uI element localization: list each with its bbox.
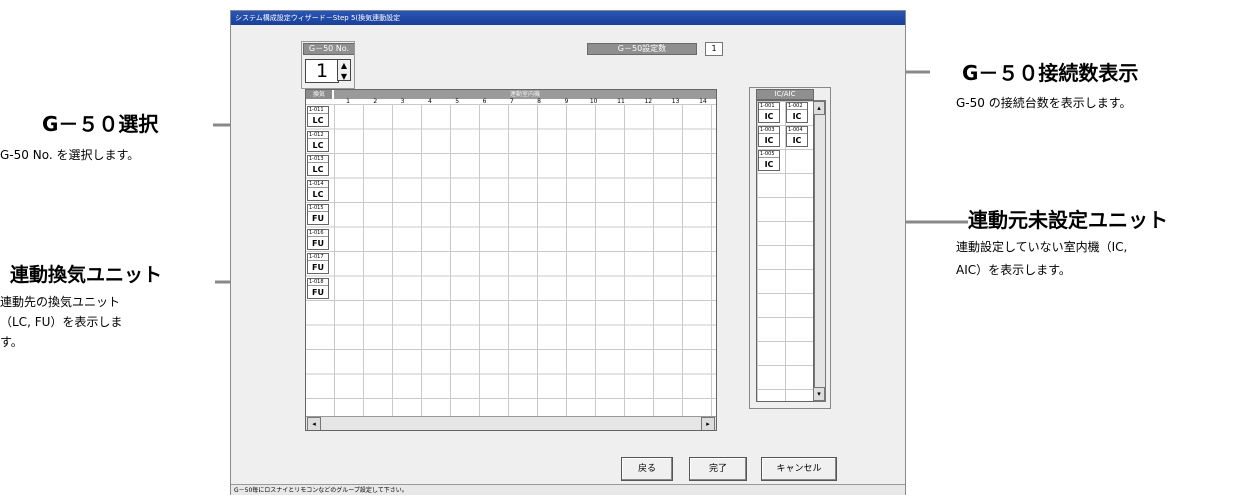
horizontal-scrollbar[interactable]: ◂ ▸ bbox=[306, 416, 716, 430]
ic-unit-id: 1-005 bbox=[759, 151, 779, 158]
interlock-grid[interactable]: 換気 連動室内機 1 2 3 4 5 6 7 8 9 10 11 12 13 14 1-011 LC 1-01… bbox=[305, 89, 717, 431]
column-number: 6 bbox=[482, 98, 487, 105]
column-number: 9 bbox=[564, 98, 569, 105]
column-number: 8 bbox=[537, 98, 541, 105]
vent-unit[interactable]: 1-013 LC bbox=[307, 155, 329, 176]
grid-cells[interactable] bbox=[306, 104, 716, 416]
column-number: 11 bbox=[617, 98, 625, 105]
unset-unit-title: 連動元未設定ユニット bbox=[968, 208, 1168, 232]
ic-unit[interactable]: 1-003 IC bbox=[758, 126, 780, 147]
vent-unit[interactable]: 1-018 FU bbox=[307, 277, 329, 299]
ic-unit-type: IC bbox=[764, 136, 774, 145]
g50-count-label: G－50設定数 bbox=[587, 43, 697, 55]
vent-unit[interactable]: 1-017 FU bbox=[307, 253, 329, 274]
spin-down-icon[interactable]: ▼ bbox=[338, 71, 350, 82]
vent-unit[interactable]: 1-015 FU bbox=[307, 204, 329, 225]
cancel-button[interactable]: キャンセル bbox=[761, 457, 837, 481]
ic-unit-id: 1-003 bbox=[759, 127, 779, 134]
vent-unit-desc-3: す。 bbox=[0, 335, 23, 349]
vent-unit-id: 1-014 bbox=[308, 181, 328, 188]
g50-count-value: 1 bbox=[705, 42, 723, 56]
ic-aic-header: IC/AIC bbox=[756, 89, 814, 100]
vent-unit-id: 1-017 bbox=[308, 254, 328, 261]
vent-unit-type: FU bbox=[312, 263, 324, 272]
ic-unit-type: IC bbox=[792, 112, 802, 121]
ic-unit-type: IC bbox=[764, 160, 774, 169]
scroll-up-icon[interactable]: ▴ bbox=[813, 101, 825, 115]
unset-unit-desc-2: AIC）を表示します。 bbox=[956, 263, 1071, 277]
ic-unit-id: 1-004 bbox=[787, 127, 807, 134]
ic-unit[interactable]: 1-001 IC bbox=[758, 102, 780, 123]
scroll-left-icon[interactable]: ◂ bbox=[307, 417, 321, 430]
g50-number-display[interactable]: 1 bbox=[305, 59, 339, 83]
vent-unit-type: FU bbox=[312, 238, 324, 248]
column-number: 12 bbox=[644, 98, 653, 105]
scroll-down-icon[interactable]: ▾ bbox=[813, 387, 825, 401]
column-number: 10 bbox=[589, 98, 598, 105]
status-bar: G－50毎にロスナイとリモコンなどのグループ設定して下さい。 bbox=[231, 484, 905, 495]
column-number: 5 bbox=[455, 98, 460, 105]
back-button[interactable]: 戻る bbox=[621, 457, 673, 481]
vent-column-header: 換気 bbox=[306, 90, 332, 99]
ic-aic-panel: IC/AIC 1-001 IC 1-002 IC 1-003 IC 1-004 IC 1-005… bbox=[749, 87, 831, 409]
vent-unit[interactable]: 1-016 FU bbox=[307, 228, 329, 250]
vent-unit-desc-2: （LC, FU）を表示しま bbox=[0, 315, 123, 329]
vent-unit-id: 1-013 bbox=[308, 156, 328, 163]
count-title: G－５０接続数表示 bbox=[962, 61, 1139, 85]
vent-unit-type: LC bbox=[312, 116, 324, 125]
vent-unit-type: FU bbox=[312, 214, 324, 223]
vent-unit-type: LC bbox=[312, 140, 324, 150]
ic-unit-list[interactable]: 1-001 IC 1-002 IC 1-003 IC 1-004 IC 1-005 IC bbox=[756, 100, 814, 402]
vent-unit-title: 連動換気ユニット bbox=[10, 264, 163, 286]
ic-vertical-scrollbar[interactable]: ▴ ▾ bbox=[813, 100, 826, 402]
column-number: 1 bbox=[346, 98, 350, 105]
g50-select-desc: G-50 No. を選択します。 bbox=[0, 148, 140, 162]
column-number: 2 bbox=[373, 98, 378, 105]
vent-unit-id: 1-012 bbox=[308, 132, 328, 139]
indoor-columns-header: 連動室内機 bbox=[334, 90, 716, 99]
vent-unit[interactable]: 1-012 LC bbox=[307, 130, 329, 152]
vent-unit-type: LC bbox=[312, 189, 324, 199]
vent-unit-type: FU bbox=[312, 287, 324, 297]
column-number: 7 bbox=[509, 98, 514, 105]
column-number: 3 bbox=[400, 98, 405, 105]
finish-button[interactable]: 完了 bbox=[689, 457, 747, 481]
ic-unit-type: IC bbox=[764, 112, 774, 121]
column-number: 14 bbox=[699, 98, 707, 105]
g50-spinner[interactable]: ▲ ▼ bbox=[337, 59, 351, 81]
vent-unit-id: 1-016 bbox=[308, 230, 328, 237]
ic-unit[interactable]: 1-002 IC bbox=[786, 102, 808, 123]
window-title: システム構成設定ウィザード－Step 5(換気連動設定 bbox=[231, 11, 905, 25]
vent-unit-id: 1-018 bbox=[308, 279, 328, 286]
ic-unit[interactable]: 1-004 IC bbox=[786, 126, 808, 147]
ic-unit-id: 1-002 bbox=[787, 103, 807, 110]
unset-unit-desc-1: 連動設定していない室内機（IC, bbox=[956, 240, 1128, 254]
spin-up-icon[interactable]: ▲ bbox=[338, 60, 350, 71]
g50-select-title: G－５０選択 bbox=[42, 112, 159, 136]
ic-unit[interactable]: 1-005 IC bbox=[758, 150, 780, 171]
vent-unit-type: LC bbox=[312, 165, 324, 174]
count-desc: G-50 の接続台数を表示します。 bbox=[956, 96, 1132, 110]
ic-unit-type: IC bbox=[792, 136, 802, 145]
vent-unit[interactable]: 1-014 LC bbox=[307, 179, 329, 201]
vent-unit-id: 1-011 bbox=[308, 107, 328, 114]
column-number: 4 bbox=[427, 98, 432, 105]
ic-unit-id: 1-001 bbox=[759, 103, 779, 110]
scroll-right-icon[interactable]: ▸ bbox=[701, 417, 715, 430]
wizard-window: システム構成設定ウィザード－Step 5(換気連動設定 G－50 No. 1 ▲… bbox=[230, 10, 906, 495]
vent-unit-desc-1: 連動先の換気ユニット bbox=[0, 295, 121, 309]
column-number: 13 bbox=[671, 98, 680, 105]
vent-unit[interactable]: 1-011 LC bbox=[307, 106, 329, 127]
vent-unit-id: 1-015 bbox=[308, 205, 328, 212]
